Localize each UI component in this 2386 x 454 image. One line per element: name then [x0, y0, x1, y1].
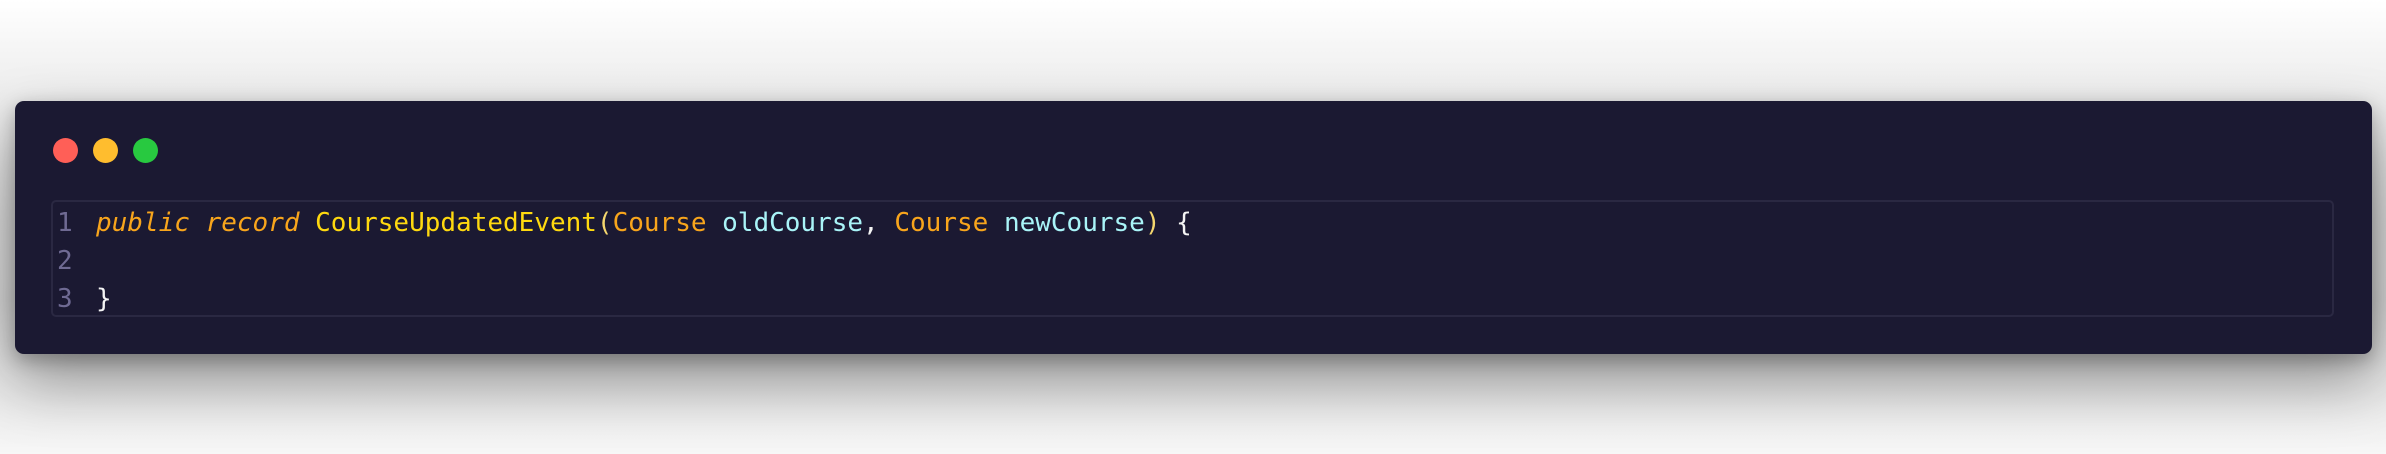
line-number: 3: [57, 284, 73, 314]
zoom-button[interactable]: [133, 138, 158, 163]
code-content: public record CourseUpdatedEvent(Course …: [96, 204, 1192, 242]
code-editor[interactable]: 1 public record CourseUpdatedEvent(Cours…: [51, 200, 2334, 317]
brace-token: }: [96, 284, 112, 314]
type-token: Course: [894, 208, 989, 238]
code-line-3: 3 }: [53, 280, 112, 315]
code-line-1: 1 public record CourseUpdatedEvent(Cours…: [53, 204, 1192, 242]
minimize-button[interactable]: [93, 138, 118, 163]
line-number: 1: [57, 208, 73, 238]
class-name-token: CourseUpdatedEvent: [315, 208, 597, 238]
line-number: 2: [57, 246, 73, 276]
code-window: 1 public record CourseUpdatedEvent(Cours…: [15, 101, 2372, 354]
type-token: Course: [612, 208, 707, 238]
paren-token: ): [1144, 208, 1161, 238]
keyword-token: record: [205, 208, 300, 238]
code-line-2: 2: [53, 242, 96, 280]
window-controls: [53, 138, 158, 163]
brace-token: {: [1176, 208, 1192, 238]
param-token: newCourse: [1003, 208, 1145, 238]
keyword-token: public: [96, 208, 190, 238]
param-token: oldCourse: [722, 208, 864, 238]
code-content: }: [96, 280, 112, 315]
close-button[interactable]: [53, 138, 78, 163]
paren-token: (: [596, 208, 613, 238]
comma-token: ,: [863, 208, 879, 238]
